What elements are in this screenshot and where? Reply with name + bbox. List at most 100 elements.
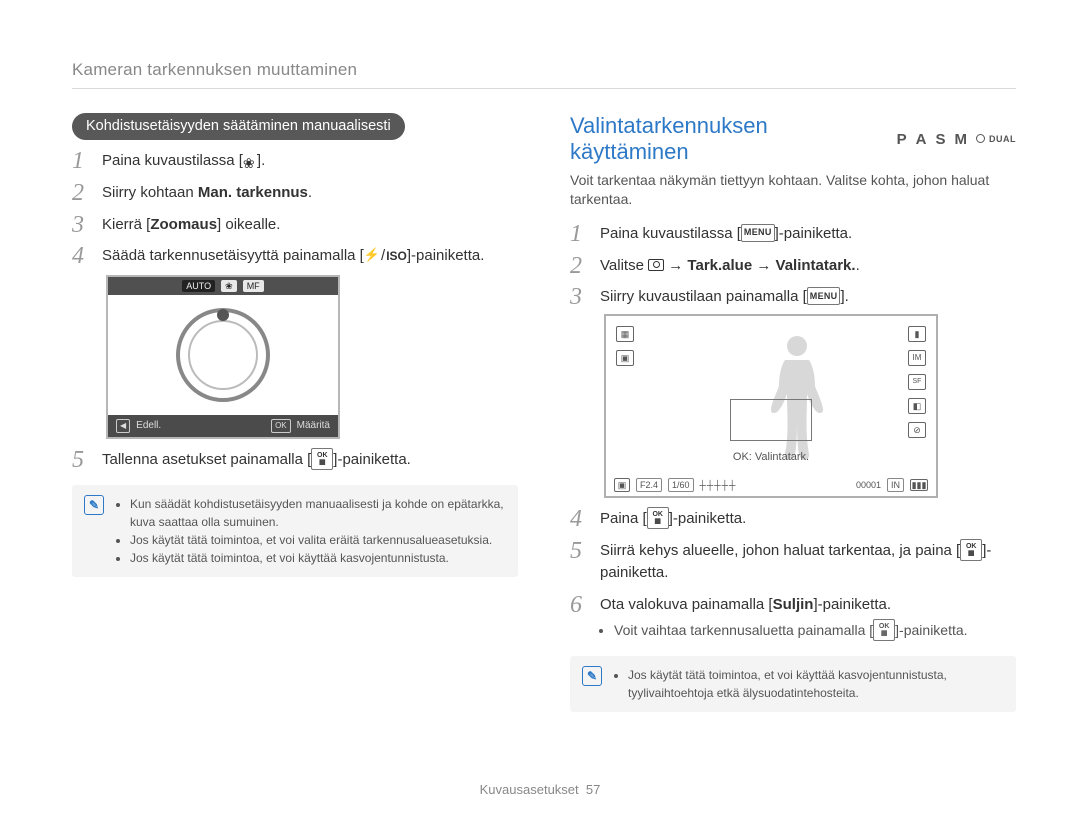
text: Säädä tarkennusetäisyyttä painamalla [ (102, 247, 364, 264)
text: Siirry kuvaustilaan painamalla [ (600, 288, 807, 305)
menu-icon: MENU (807, 287, 841, 305)
intro-text: Voit tarkentaa näkymän tiettyyn kohtaan.… (570, 171, 1016, 209)
right-column: Valintatarkennuksen käyttäminen P A S M … (570, 113, 1016, 712)
note-box-left: ✎ Kun säädät kohdistusetäisyyden manuaal… (72, 485, 518, 577)
note-item: Jos käytät tätä toimintoa, et voi käyttä… (130, 549, 506, 567)
chip-flower: ❀ (221, 280, 237, 292)
right-step-6: Ota valokuva painamalla [Suljin]-painike… (570, 594, 1016, 642)
note-icon: ✎ (84, 495, 104, 515)
iso-icon: ISO (386, 249, 407, 263)
right-step-3: Siirry kuvaustilaan painamalla [MENU]. ▦… (570, 286, 1016, 498)
left-step-4: Säädä tarkennusetäisyyttä painamalla [/I… (72, 245, 518, 439)
text: Siirry kohtaan (102, 184, 198, 201)
right-step-1: Paina kuvaustilassa [MENU]-painiketta. (570, 223, 1016, 245)
bold: Suljin (773, 596, 814, 613)
left-step-1: Paina kuvaustilassa []. (72, 150, 518, 172)
text: Kierrä [ (102, 216, 150, 233)
text: ]-painiketta. (333, 451, 411, 468)
text: Valitse (600, 257, 648, 274)
hud-icon: ▮ (908, 326, 926, 342)
focus-dial (176, 308, 270, 402)
breadcrumb: Kameran tarkennuksen muuttaminen (72, 60, 1016, 80)
mode-a: A (916, 131, 930, 148)
text: . (308, 184, 312, 201)
text: ]-painiketta. (813, 596, 891, 613)
shutter: 1/60 (668, 478, 694, 492)
back-icon: ◀ (116, 419, 130, 433)
label-maarita: Määritä (297, 419, 330, 434)
af-frame (730, 399, 812, 441)
note-item: Jos käytät tätä toimintoa, et voi valita… (130, 531, 506, 549)
left-step-2: Siirry kohtaan Man. tarkennus. (72, 182, 518, 204)
text: Tallenna asetukset painamalla [ (102, 451, 311, 468)
text: ]-painiketta. (775, 225, 853, 242)
dual-dot-icon (976, 134, 985, 143)
note-item: Kun säädät kohdistusetäisyyden manuaalis… (130, 495, 506, 531)
label-edell: Edell. (136, 419, 161, 434)
bolt-icon (364, 244, 380, 266)
left-column: Kohdistusetäisyyden säätäminen manuaalis… (72, 113, 518, 712)
storage-in: IN (887, 478, 904, 492)
text: Paina kuvaustilassa [ (600, 225, 741, 242)
camera-icon (648, 259, 664, 271)
note-icon: ✎ (582, 666, 602, 686)
text: Paina kuvaustilassa [ (102, 152, 243, 169)
chip-auto: AUTO (182, 280, 215, 292)
arrow: → (664, 257, 687, 274)
substep: Voit vaihtaa tarkennusaluetta painamalla… (614, 620, 1016, 642)
bold: Valintatark. (776, 257, 856, 274)
bold: Tark.alue (687, 257, 752, 274)
text: ]-painiketta. (895, 622, 967, 638)
mode-indicators: P A S M DUAL (897, 131, 1016, 148)
note-box-right: ✎ Jos käytät tätä toimintoa, et voi käyt… (570, 656, 1016, 712)
ok-button-icon: OK▦ (647, 507, 669, 529)
ok-caption: OK: Valintatark. (733, 450, 809, 466)
frame-count: 00001 (856, 479, 881, 492)
menu-icon: MENU (741, 224, 775, 242)
text: ]. (840, 288, 848, 305)
divider (72, 88, 1016, 89)
section-title: Valintatarkennuksen käyttäminen P A S M … (570, 113, 1016, 165)
footer-section: Kuvausasetukset (480, 782, 579, 797)
mode-s: S (935, 131, 948, 148)
hud-icon: ◧ (908, 398, 926, 414)
mode-p: P (897, 131, 910, 148)
chip-mf: MF (243, 280, 264, 292)
text: ]-painiketta. (407, 247, 485, 264)
note-item: Jos käytät tätä toimintoa, et voi käyttä… (628, 666, 1004, 702)
hud-icon: ▣ (616, 350, 634, 366)
f-number: F2.4 (636, 478, 662, 492)
manual-focus-illustration: AUTO ❀ MF ◀ Edell. (106, 275, 340, 439)
title-text: Valintatarkennuksen käyttäminen (570, 113, 883, 165)
hud-icon: ▦ (616, 326, 634, 342)
hud-icon: SF (908, 374, 926, 390)
selection-af-illustration: ▦ ▣ ▮ IM SF ◧ ⊘ (604, 314, 938, 498)
right-step-2: Valitse → Tark.alue → Valintatark.. (570, 255, 1016, 277)
battery-icon: ▮▮▮ (910, 479, 928, 491)
flash-off-icon: ⊘ (908, 422, 926, 438)
subsection-pill: Kohdistusetäisyyden säätäminen manuaalis… (72, 113, 405, 140)
text: Ota valokuva painamalla [ (600, 596, 773, 613)
text: ]-painiketta. (669, 510, 747, 527)
right-step-4: Paina [OK▦]-painiketta. (570, 508, 1016, 530)
text: Voit vaihtaa tarkennusaluetta painamalla… (614, 622, 873, 638)
arrow: → (752, 257, 775, 274)
hud-icon: ▣ (614, 478, 630, 492)
text: Siirrä kehys alueelle, johon haluat tark… (600, 542, 960, 559)
ok-button-icon: OK▦ (960, 539, 982, 561)
ok-button-icon: OK▦ (873, 619, 895, 641)
bold: Zoomaus (150, 216, 217, 233)
ev-scale: ┼┼┼┼┼ (700, 479, 737, 492)
text: Paina [ (600, 510, 647, 527)
mode-dual: DUAL (989, 134, 1016, 144)
ok-button-icon: OK▦ (311, 448, 333, 470)
flower-icon (243, 153, 257, 167)
page-footer: Kuvausasetukset 57 (0, 782, 1080, 797)
bold: Man. tarkennus (198, 184, 308, 201)
left-step-5: Tallenna asetukset painamalla [OK▦]-pain… (72, 449, 518, 471)
right-step-5: Siirrä kehys alueelle, johon haluat tark… (570, 540, 1016, 584)
text: ]. (257, 152, 265, 169)
footer-page: 57 (586, 782, 600, 797)
text: . (856, 257, 860, 274)
ok-icon: OK (271, 419, 291, 433)
